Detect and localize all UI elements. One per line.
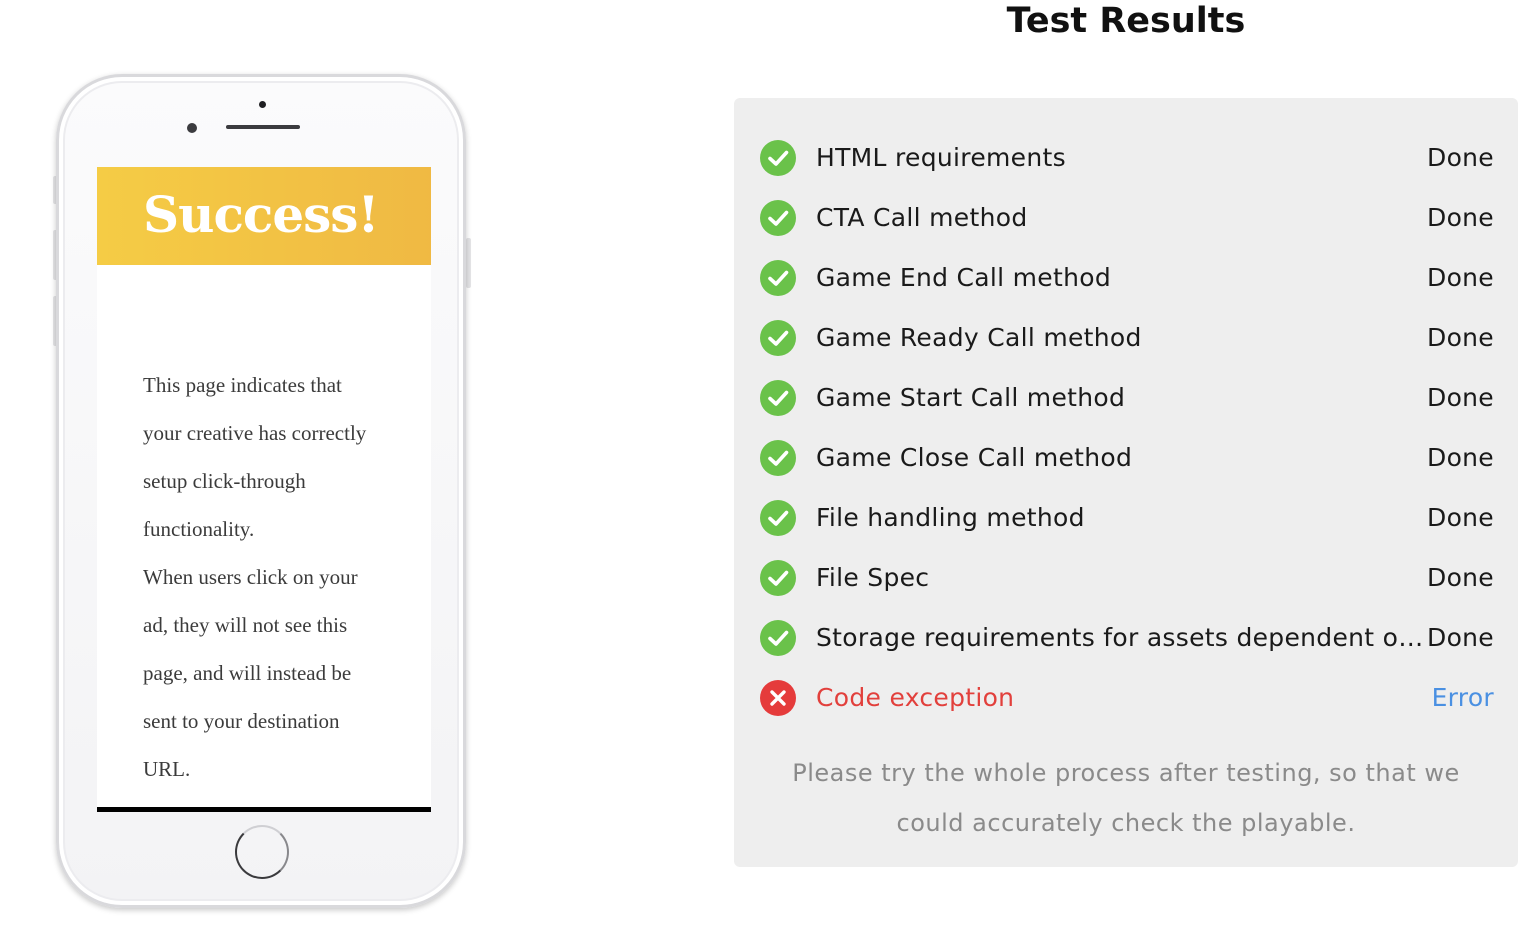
result-name: Storage requirements for assets dependen… bbox=[816, 623, 1430, 652]
success-message: This page indicates that your creative h… bbox=[143, 361, 413, 793]
result-status-error[interactable]: Error bbox=[1432, 678, 1494, 718]
result-status: Done bbox=[1427, 443, 1494, 472]
message-line: page, and will instead be bbox=[143, 661, 352, 685]
check-circle-icon bbox=[760, 440, 796, 476]
result-name: Game Start Call method bbox=[816, 383, 1126, 412]
phone-home-button bbox=[235, 825, 289, 879]
note-line: Please try the whole process after testi… bbox=[792, 759, 1460, 787]
error-circle-icon bbox=[760, 680, 796, 716]
result-row: CTA Call method Done bbox=[760, 198, 1494, 238]
check-circle-icon bbox=[760, 560, 796, 596]
result-status: Done bbox=[1427, 143, 1494, 172]
note-line: could accurately check the playable. bbox=[896, 809, 1356, 837]
check-circle-icon bbox=[760, 380, 796, 416]
phone-screen: Success! This page indicates that your c… bbox=[97, 167, 431, 812]
phone-sensor bbox=[259, 101, 266, 108]
phone-speaker bbox=[226, 125, 300, 129]
check-circle-icon bbox=[760, 500, 796, 536]
result-name: File Spec bbox=[816, 563, 930, 592]
message-line: ad, they will not see this bbox=[143, 613, 348, 637]
check-circle-icon bbox=[760, 620, 796, 656]
testing-note: Please try the whole process after testi… bbox=[774, 748, 1478, 848]
result-status: Done bbox=[1427, 623, 1494, 652]
result-row: Game End Call method Done bbox=[760, 258, 1494, 298]
result-name: Game Ready Call method bbox=[816, 323, 1142, 352]
result-row: File Spec Done bbox=[760, 558, 1494, 598]
result-name: File handling method bbox=[816, 503, 1085, 532]
phone-frame: Success! This page indicates that your c… bbox=[56, 74, 466, 908]
result-row: HTML requirements Done bbox=[760, 138, 1494, 178]
result-name: Code exception bbox=[816, 683, 1015, 712]
result-row: Game Start Call method Done bbox=[760, 378, 1494, 418]
success-title: Success! bbox=[143, 185, 379, 244]
phone-camera bbox=[187, 123, 197, 133]
result-name: HTML requirements bbox=[816, 143, 1066, 172]
result-status: Done bbox=[1427, 263, 1494, 292]
result-status: Done bbox=[1427, 323, 1494, 352]
message-line: sent to your destination bbox=[143, 709, 340, 733]
result-name: CTA Call method bbox=[816, 203, 1028, 232]
success-banner: Success! bbox=[97, 167, 431, 265]
result-name: Game End Call method bbox=[816, 263, 1111, 292]
result-name: Game Close Call method bbox=[816, 443, 1133, 472]
result-row-error: Code exception Error bbox=[760, 678, 1494, 718]
message-line: your creative has correctly bbox=[143, 421, 367, 445]
message-line: setup click-through bbox=[143, 469, 306, 493]
check-circle-icon bbox=[760, 260, 796, 296]
phone-preview: Success! This page indicates that your c… bbox=[38, 58, 488, 924]
result-row: Storage requirements for assets dependen… bbox=[760, 618, 1494, 658]
result-status: Done bbox=[1427, 503, 1494, 532]
result-row: File handling method Done bbox=[760, 498, 1494, 538]
message-line: When users click on your bbox=[143, 565, 358, 589]
message-line: This page indicates that bbox=[143, 373, 342, 397]
message-line: URL. bbox=[143, 757, 191, 781]
result-row: Game Close Call method Done bbox=[760, 438, 1494, 478]
results-title: Test Results bbox=[1006, 1, 1246, 41]
check-circle-icon bbox=[760, 140, 796, 176]
result-row: Game Ready Call method Done bbox=[760, 318, 1494, 358]
result-status: Done bbox=[1427, 383, 1494, 412]
check-circle-icon bbox=[760, 320, 796, 356]
check-circle-icon bbox=[760, 200, 796, 236]
results-panel: HTML requirements Done CTA Call method D… bbox=[734, 98, 1518, 867]
message-line: functionality. bbox=[143, 517, 255, 541]
result-status: Done bbox=[1427, 203, 1494, 232]
result-status: Done bbox=[1427, 563, 1494, 592]
phone-power-button bbox=[466, 238, 471, 288]
